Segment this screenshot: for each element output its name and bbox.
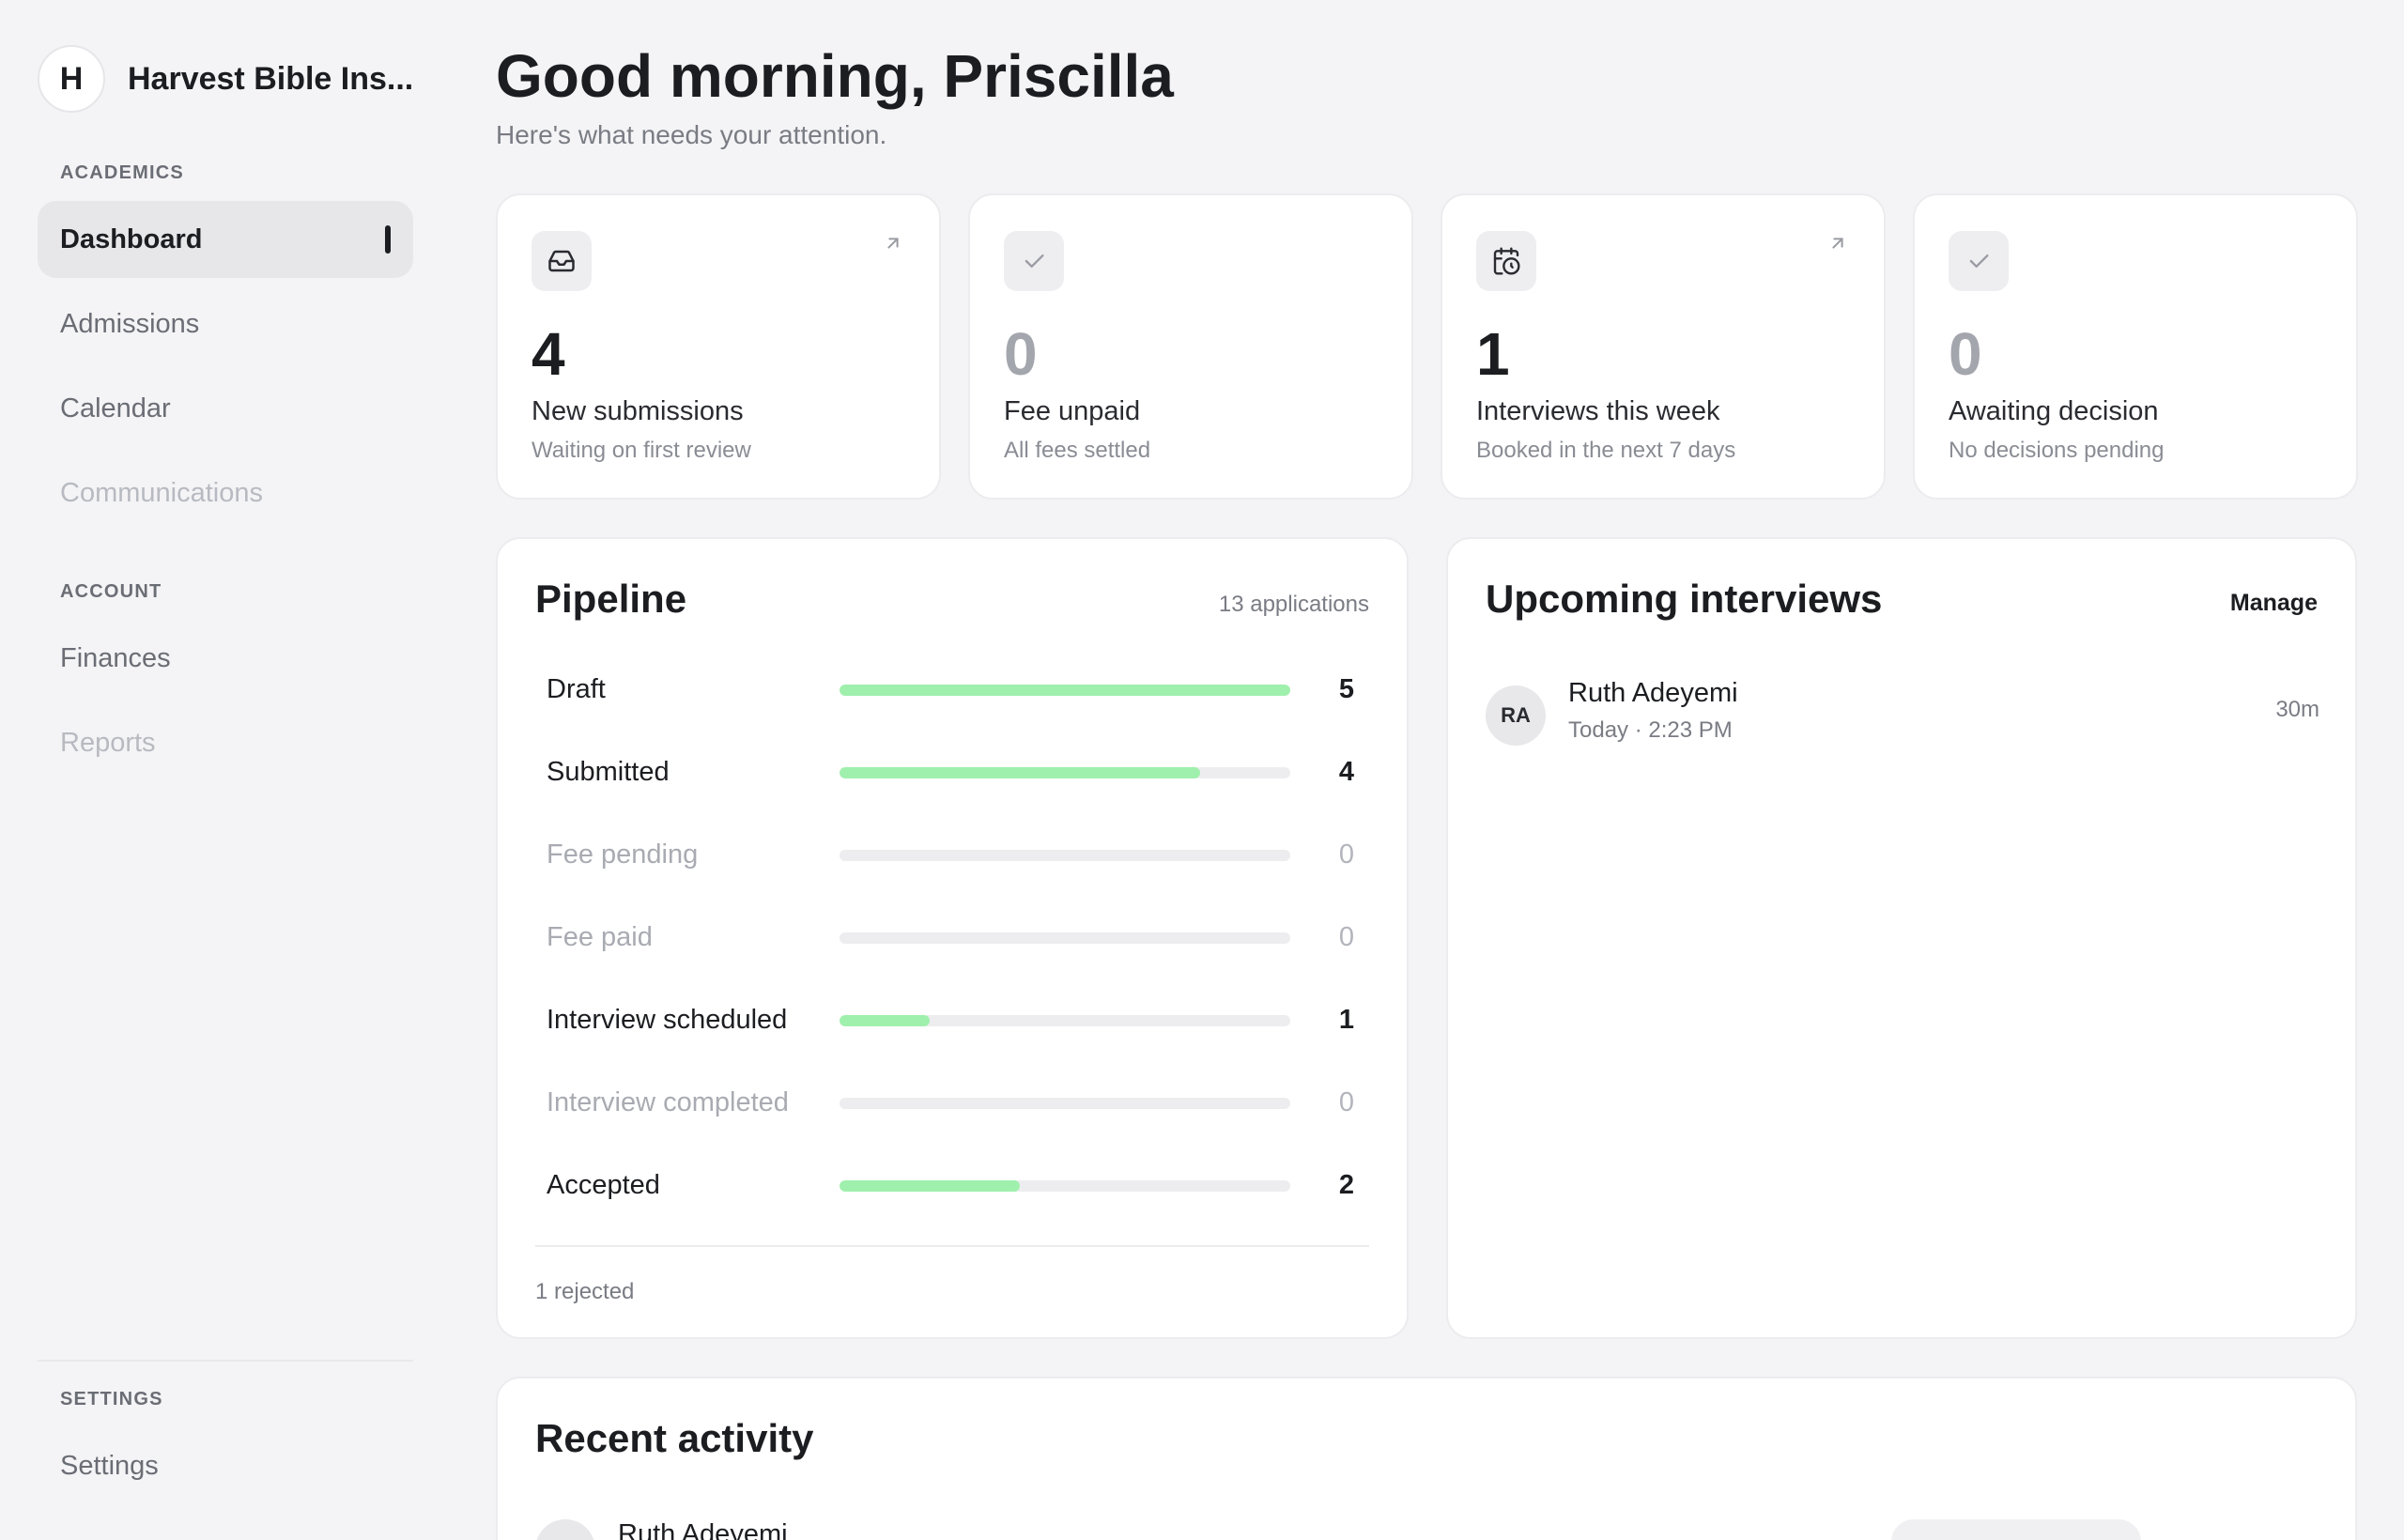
arrow-up-right-icon — [1827, 233, 1848, 258]
sidebar-item-calendar[interactable]: Calendar — [38, 370, 413, 447]
stat-label: New submissions — [532, 396, 744, 426]
pipeline-row-label: Fee paid — [547, 922, 653, 952]
sidebar-item-communications: Communications — [60, 477, 263, 508]
pipeline-bar-track — [840, 1015, 1290, 1026]
pipeline-row-label: Draft — [547, 674, 606, 704]
activity-name: Ruth Adeyemi — [618, 1519, 788, 1540]
nav-heading: ACCOUNT — [60, 581, 162, 602]
stat-card-new-submissions[interactable]: 4 New submissions Waiting on first revie… — [496, 193, 941, 500]
pipeline-row-count: 0 — [1338, 922, 1354, 952]
pipeline-bar-track — [840, 850, 1290, 861]
pipeline-bar-fill — [840, 685, 1290, 696]
sidebar-item-dashboard[interactable]: Dashboard — [38, 201, 413, 278]
stat-value: 1 — [1476, 320, 1510, 388]
pipeline-row-count: 4 — [1338, 757, 1354, 787]
stat-label: Awaiting decision — [1949, 396, 2159, 426]
pipeline-row[interactable]: Accepted 2 — [547, 1166, 1354, 1204]
pipeline-row[interactable]: Interview completed 0 — [547, 1084, 1354, 1121]
app: H Harvest Bible Ins... ACADEMICS Dashboa… — [0, 0, 2404, 1540]
stat-description: Booked in the next 7 days — [1476, 438, 1736, 463]
pipeline-row-label: Fee pending — [547, 839, 699, 870]
pipeline-bar-track — [840, 1098, 1290, 1109]
stat-description: No decisions pending — [1949, 438, 2165, 463]
pipeline-bar-track — [840, 1180, 1290, 1192]
stat-card-awaiting-decision: 0 Awaiting decision No decisions pending — [1913, 193, 2358, 500]
pipeline-row-count: 0 — [1338, 1087, 1354, 1117]
interview-time: Today · 2:23 PM — [1568, 717, 1733, 743]
sidebar: H Harvest Bible Ins... ACADEMICS Dashboa… — [0, 0, 451, 1540]
pipeline-row[interactable]: Draft 5 — [547, 670, 1354, 708]
pipeline-row[interactable]: Fee paid 0 — [547, 918, 1354, 956]
brand-logo: H — [38, 45, 105, 113]
brand[interactable]: H Harvest Bible Ins... — [38, 45, 419, 113]
sidebar-divider — [38, 1360, 413, 1362]
pipeline-row-count: 1 — [1338, 1005, 1354, 1035]
avatar — [535, 1519, 595, 1540]
avatar: RA — [1486, 685, 1546, 746]
stat-value: 0 — [1949, 320, 1982, 388]
stat-label: Interviews this week — [1476, 396, 1720, 426]
stat-description: All fees settled — [1004, 438, 1151, 463]
pipeline-row[interactable]: Submitted 4 — [547, 753, 1354, 791]
pipeline-bar-fill — [840, 1180, 1020, 1192]
manage-button[interactable]: Manage — [2230, 590, 2318, 617]
sidebar-item-admissions[interactable]: Admissions — [38, 285, 413, 362]
page-title: Good morning, Priscilla — [496, 42, 1174, 110]
pipeline-row[interactable]: Fee pending 0 — [547, 836, 1354, 873]
brand-name: Harvest Bible Ins... — [128, 60, 414, 97]
nav-section-academics: ACADEMICS Dashboard Admissions Calendar … — [38, 160, 413, 531]
pipeline-row-count: 5 — [1338, 674, 1354, 704]
pipeline-row[interactable]: Interview scheduled 1 — [547, 1001, 1354, 1039]
sidebar-item-reports: Reports — [60, 727, 156, 758]
pipeline-title: Pipeline — [535, 577, 687, 621]
interview-duration: 30m — [2275, 697, 2319, 722]
nav-section-settings: SETTINGS Settings — [38, 1386, 413, 1504]
pipeline-row-label: Submitted — [547, 757, 670, 787]
sidebar-item-finances[interactable]: Finances — [38, 620, 413, 697]
stat-label: Fee unpaid — [1004, 396, 1141, 426]
pipeline-footer: 1 rejected — [535, 1279, 635, 1304]
nav-heading: ACADEMICS — [60, 162, 184, 183]
pipeline-row-count: 2 — [1338, 1170, 1354, 1200]
pipeline-row-label: Interview completed — [547, 1087, 789, 1117]
pipeline-bar-track — [840, 767, 1290, 778]
stat-card-fee-unpaid: 0 Fee unpaid All fees settled — [968, 193, 1413, 500]
activity-item[interactable]: Ruth Adeyemi — [535, 1519, 2319, 1540]
interview-item[interactable]: RA Ruth Adeyemi Today · 2:23 PM 30m — [1486, 678, 2319, 753]
stat-description: Waiting on first review — [532, 438, 751, 463]
inbox-icon — [532, 231, 592, 291]
pipeline-row-label: Accepted — [547, 1170, 660, 1200]
upcoming-interviews-panel: Upcoming interviews Manage RA Ruth Adeye… — [1446, 537, 2357, 1339]
calendar-clock-icon — [1476, 231, 1536, 291]
pipeline-bar-fill — [840, 767, 1200, 778]
recent-activity-panel: Recent activity Ruth Adeyemi — [496, 1377, 2357, 1540]
stat-card-interviews-this-week[interactable]: 1 Interviews this week Booked in the nex… — [1441, 193, 1886, 500]
pipeline-count: 13 applications — [1218, 592, 1369, 617]
pipeline-row-count: 0 — [1338, 839, 1354, 870]
interviews-title: Upcoming interviews — [1486, 577, 1883, 621]
stat-value: 4 — [532, 320, 565, 388]
pipeline-bar-track — [840, 685, 1290, 696]
activity-status-pill — [1891, 1519, 2141, 1540]
pipeline-row-label: Interview scheduled — [547, 1005, 788, 1035]
check-icon — [1949, 231, 2009, 291]
activity-title: Recent activity — [535, 1416, 814, 1460]
pipeline-bar-track — [840, 932, 1290, 944]
sidebar-item-settings[interactable]: Settings — [38, 1427, 413, 1504]
check-icon — [1004, 231, 1064, 291]
arrow-up-right-icon — [883, 233, 903, 258]
pipeline-bar-fill — [840, 1015, 930, 1026]
page-subtitle: Here's what needs your attention. — [496, 120, 887, 149]
nav-heading: SETTINGS — [60, 1389, 163, 1409]
pipeline-divider — [535, 1245, 1369, 1247]
stat-value: 0 — [1004, 320, 1038, 388]
pipeline-panel: Pipeline 13 applications Draft 5 Submitted… — [496, 537, 1409, 1339]
interview-name: Ruth Adeyemi — [1568, 678, 1738, 708]
nav-section-account: ACCOUNT Finances Reports — [38, 578, 413, 781]
